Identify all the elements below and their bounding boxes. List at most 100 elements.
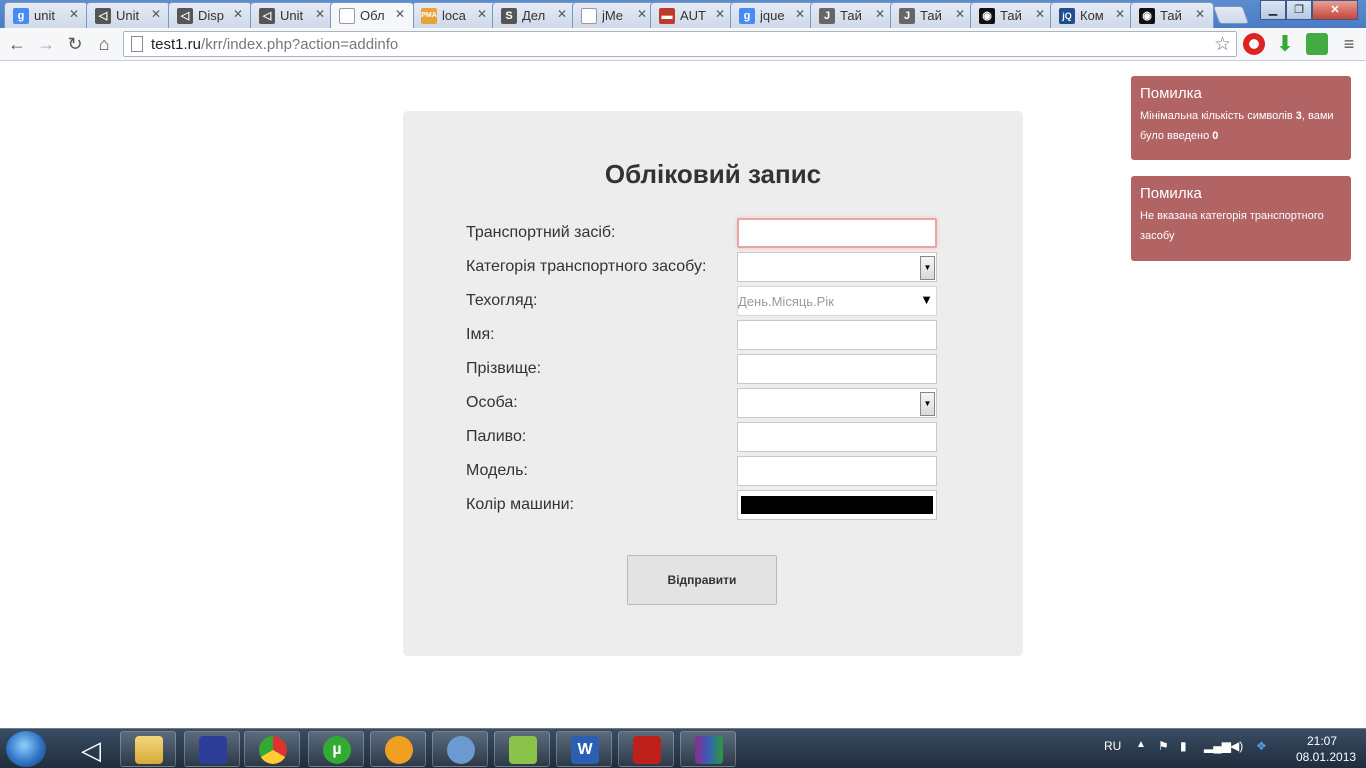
network-signal-icon[interactable]: ▂▄▆	[1204, 739, 1231, 753]
last-name-input[interactable]	[737, 354, 937, 384]
taskbar-winrar[interactable]	[680, 731, 736, 767]
browser-tab-active[interactable]: Обл ✕	[330, 2, 414, 28]
browser-tab[interactable]: g jque ✕	[730, 2, 814, 28]
inspection-date-input[interactable]: День.Місяць.Рік ▼	[737, 286, 937, 316]
tab-title: Тай	[1000, 8, 1022, 23]
taskbar-explorer[interactable]	[120, 731, 176, 767]
taskbar-word[interactable]: W	[556, 731, 612, 767]
close-tab-icon[interactable]: ✕	[1195, 7, 1205, 21]
back-icon[interactable]: ←	[5, 32, 29, 56]
browser-tab[interactable]: jMe ✕	[572, 2, 656, 28]
close-tab-icon[interactable]: ✕	[955, 7, 965, 21]
vehicle-category-label: Категорія транспортного засобу:	[466, 258, 707, 275]
close-tab-icon[interactable]: ✕	[1115, 7, 1125, 21]
new-tab-button[interactable]	[1212, 6, 1250, 24]
tab-title: Тай	[840, 8, 862, 23]
browser-tab[interactable]: ◁ Unit ✕	[86, 2, 170, 28]
close-tab-icon[interactable]: ✕	[395, 7, 405, 21]
start-button[interactable]	[6, 731, 46, 767]
unity-icon: ◁	[81, 735, 101, 765]
error-notification: Помилка Мінімальна кількість символів 3,…	[1131, 76, 1351, 160]
fuel-label: Паливо:	[466, 428, 527, 445]
browser-tab[interactable]: jQ Ком ✕	[1050, 2, 1134, 28]
taskbar-notepad[interactable]	[494, 731, 550, 767]
j-icon: J	[819, 8, 835, 24]
close-tab-icon[interactable]: ✕	[151, 7, 161, 21]
date-dropdown-icon[interactable]: ▼	[920, 292, 933, 307]
vehicle-category-select[interactable]: ▼	[737, 252, 937, 282]
person-select[interactable]: ▼	[737, 388, 937, 418]
taskbar-unity[interactable]: ◁	[62, 731, 118, 767]
close-tab-icon[interactable]: ✕	[715, 7, 725, 21]
last-name-label: Прізвище:	[466, 360, 542, 377]
first-name-input[interactable]	[737, 320, 937, 350]
browser-tab[interactable]: g unit ✕	[4, 2, 88, 28]
browser-tab[interactable]: ◉ Тай ✕	[1130, 2, 1214, 28]
close-tab-icon[interactable]: ✕	[637, 7, 647, 21]
show-hidden-icons[interactable]: ▲	[1136, 739, 1146, 750]
power-icon[interactable]: ▮	[1180, 739, 1187, 753]
language-indicator[interactable]: RU	[1104, 739, 1121, 753]
jquery-icon: jQ	[1059, 8, 1075, 24]
vehicle-input[interactable]	[737, 218, 937, 248]
notification-text: Не вказана категорія транспортного засоб…	[1140, 210, 1324, 242]
submit-button[interactable]: Відправити	[627, 555, 777, 605]
download-icon[interactable]: ⬇	[1274, 33, 1296, 55]
browser-tab[interactable]: S Дел ✕	[492, 2, 576, 28]
dropdown-arrow-icon[interactable]: ▼	[920, 256, 935, 280]
browser-tab[interactable]: ◉ Тай ✕	[970, 2, 1054, 28]
flag-icon[interactable]: ⚑	[1158, 739, 1169, 753]
address-bar[interactable]: test1.ru/krr/index.php?action=addinfo ☆	[123, 31, 1237, 57]
reload-icon[interactable]: ↻	[63, 32, 87, 56]
browser-tab[interactable]: J Тай ✕	[810, 2, 894, 28]
browser-tab[interactable]: ◁ Unit ✕	[250, 2, 334, 28]
taskbar-save-app[interactable]	[184, 731, 240, 767]
close-tab-icon[interactable]: ✕	[795, 7, 805, 21]
word-icon: W	[571, 736, 599, 764]
close-tab-icon[interactable]: ✕	[1035, 7, 1045, 21]
fuel-input[interactable]	[737, 422, 937, 452]
google-icon: g	[739, 8, 755, 24]
taskbar-network-app[interactable]	[432, 731, 488, 767]
model-input[interactable]	[737, 456, 937, 486]
volume-icon[interactable]: ◀)	[1230, 739, 1243, 753]
taskbar-chrome[interactable]	[244, 731, 300, 767]
taskbar-utorrent[interactable]: µ	[308, 731, 364, 767]
dropdown-arrow-icon[interactable]: ▼	[920, 392, 935, 416]
bookmark-star-icon[interactable]: ☆	[1214, 33, 1231, 56]
tab-title: jque	[760, 8, 785, 23]
page-icon	[581, 8, 597, 24]
adblock-icon[interactable]	[1243, 33, 1265, 55]
close-tab-icon[interactable]: ✕	[233, 7, 243, 21]
error-notification: Помилка Не вказана категорія транспортно…	[1131, 176, 1351, 261]
browser-toolbar: ← → ↻ ⌂ test1.ru/krr/index.php?action=ad…	[0, 28, 1366, 61]
browser-tab[interactable]: ▬ AUT ✕	[650, 2, 734, 28]
mask-icon: ◉	[1139, 8, 1155, 24]
extension-icon[interactable]	[1306, 33, 1328, 55]
system-clock[interactable]: 21:07 08.01.2013	[1296, 733, 1356, 765]
unity-icon: ◁	[177, 8, 193, 24]
page-icon	[131, 36, 143, 52]
close-tab-icon[interactable]: ✕	[477, 7, 487, 21]
taskbar-globe-app[interactable]	[370, 731, 426, 767]
close-tab-icon[interactable]: ✕	[557, 7, 567, 21]
minimize-icon[interactable]: ▁	[1260, 0, 1286, 20]
utorrent-icon: µ	[323, 736, 351, 764]
home-icon[interactable]: ⌂	[92, 32, 116, 56]
close-tab-icon[interactable]: ✕	[69, 7, 79, 21]
browser-tab[interactable]: ◁ Disp ✕	[168, 2, 252, 28]
browser-tab[interactable]: J Тай ✕	[890, 2, 974, 28]
dropbox-icon[interactable]: ❖	[1256, 739, 1267, 753]
vehicle-label: Транспортний засіб:	[466, 224, 616, 241]
restore-icon[interactable]: ❐	[1286, 0, 1312, 20]
close-window-icon[interactable]: ✕	[1312, 0, 1358, 20]
car-color-input[interactable]	[737, 490, 937, 520]
taskbar-acrobat[interactable]	[618, 731, 674, 767]
close-tab-icon[interactable]: ✕	[315, 7, 325, 21]
forward-icon[interactable]: →	[34, 32, 58, 56]
close-tab-icon[interactable]: ✕	[875, 7, 885, 21]
url-text: test1.ru/krr/index.php?action=addinfo	[151, 36, 398, 53]
menu-icon[interactable]: ≡	[1337, 32, 1361, 56]
tab-title: Тай	[1160, 8, 1182, 23]
browser-tab[interactable]: PMA loca ✕	[412, 2, 496, 28]
